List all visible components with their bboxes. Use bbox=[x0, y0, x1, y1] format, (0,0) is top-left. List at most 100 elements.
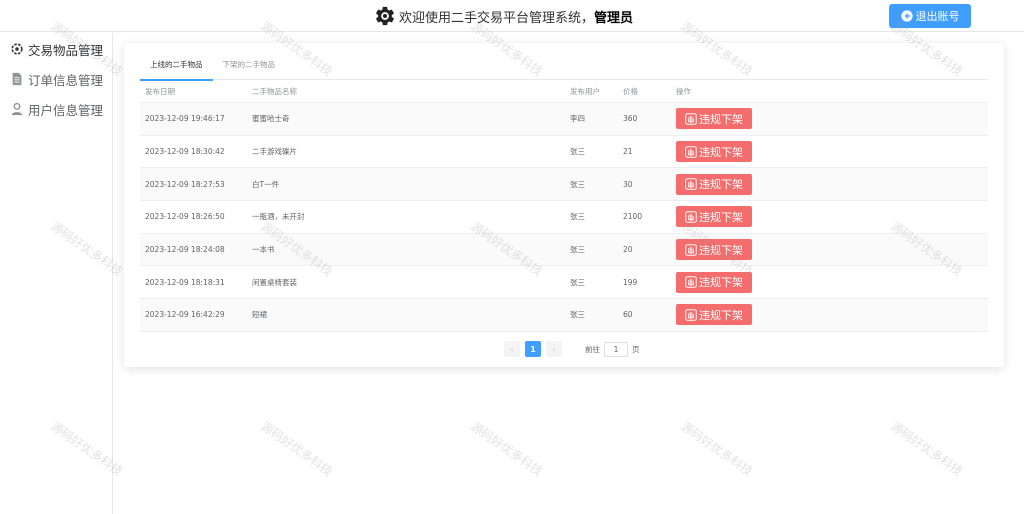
cell-price: 60 bbox=[623, 310, 633, 320]
hand-stop-icon bbox=[685, 113, 697, 125]
watermark-text: 源码好优多科技 bbox=[258, 419, 336, 479]
header-title: 欢迎使用二手交易平台管理系统， 管理员 bbox=[374, 4, 633, 28]
column-header-user: 发布用户 bbox=[570, 87, 600, 96]
logout-label: 退出账号 bbox=[915, 10, 960, 23]
sidebar: 交易物品管理 订单信息管理 用户信息管理 bbox=[0, 33, 113, 514]
goto-label: 前往 bbox=[585, 344, 600, 354]
column-header-price: 价格 bbox=[623, 87, 638, 96]
next-page-button[interactable]: › bbox=[546, 341, 562, 357]
tab-offline-goods[interactable]: 下架的二手物品 bbox=[213, 53, 286, 80]
welcome-text: 欢迎使用二手交易平台管理系统， bbox=[399, 10, 595, 26]
cell-name: 一本书 bbox=[252, 245, 275, 255]
cell-price: 2100 bbox=[623, 212, 643, 222]
goto-page-input[interactable] bbox=[604, 341, 628, 357]
gear-icon bbox=[376, 6, 394, 26]
table-body: 2023-12-09 19:46:17 蜜蜜哈士奇 李四 360 违规下架 2023-12… bbox=[140, 103, 988, 332]
sidebar-item-label: 用户信息管理 bbox=[28, 102, 104, 118]
cell-action: 违规下架 bbox=[671, 206, 988, 228]
prev-page-button[interactable]: ‹ bbox=[504, 341, 520, 357]
cell-name: 短裙 bbox=[252, 310, 267, 320]
chevron-right-icon: › bbox=[552, 344, 556, 354]
violation-takedown-label: 违规下架 bbox=[699, 243, 743, 257]
page-number-button[interactable]: 1 bbox=[525, 341, 541, 357]
table-row: 2023-12-09 18:30:42 二手游戏碟片 张三 21 违规下架 bbox=[140, 136, 988, 169]
cell-user: 张三 bbox=[570, 179, 585, 189]
cell-date: 2023-12-09 18:24:08 bbox=[145, 245, 225, 255]
violation-takedown-button[interactable]: 违规下架 bbox=[676, 271, 752, 293]
cell-date: 2023-12-09 18:18:31 bbox=[145, 277, 225, 287]
cell-price: 20 bbox=[623, 245, 633, 255]
page-suffix: 页 bbox=[632, 344, 640, 354]
chevron-left-icon: ‹ bbox=[510, 344, 514, 354]
top-header: 欢迎使用二手交易平台管理系统， 管理员 退出账号 bbox=[0, 0, 1024, 32]
cell-action: 违规下架 bbox=[671, 239, 988, 261]
cell-user: 张三 bbox=[570, 147, 585, 157]
cell-date: 2023-12-09 18:30:42 bbox=[145, 147, 225, 157]
tab-online-goods[interactable]: 上线的二手物品 bbox=[140, 53, 213, 81]
cell-name: 二手游戏碟片 bbox=[252, 147, 297, 157]
pagination: ‹ 1 › 前往 页 bbox=[504, 341, 640, 357]
cell-user: 张三 bbox=[570, 245, 585, 255]
column-header-name: 二手物品名称 bbox=[252, 87, 297, 96]
cell-user: 张三 bbox=[570, 212, 585, 222]
cell-date: 2023-12-09 16:42:29 bbox=[145, 310, 225, 320]
hand-stop-icon bbox=[685, 243, 697, 256]
cell-action: 违规下架 bbox=[671, 271, 988, 293]
cell-user: 张三 bbox=[570, 310, 585, 320]
arrow-left-icon bbox=[900, 10, 913, 22]
violation-takedown-label: 违规下架 bbox=[699, 308, 743, 322]
hand-stop-icon bbox=[685, 178, 697, 190]
document-icon bbox=[12, 72, 22, 86]
table-row: 2023-12-09 18:18:31 闲置桌椅套装 张三 199 违规下架 bbox=[140, 266, 988, 300]
cell-action: 违规下架 bbox=[671, 108, 988, 130]
table-row: 2023-12-09 18:27:53 白T一件 张三 30 违规下架 bbox=[140, 168, 988, 202]
user-icon bbox=[11, 102, 23, 116]
sidebar-item-label: 交易物品管理 bbox=[28, 42, 104, 58]
cell-action: 违规下架 bbox=[671, 304, 988, 326]
violation-takedown-button[interactable]: 违规下架 bbox=[676, 108, 752, 130]
goods-table: 发布日期 二手物品名称 发布用户 价格 操作 2023-12-09 19:46:… bbox=[140, 81, 988, 332]
goods-tabs: 上线的二手物品 下架的二手物品 bbox=[140, 53, 988, 81]
violation-takedown-label: 违规下架 bbox=[699, 276, 743, 290]
violation-takedown-label: 违规下架 bbox=[699, 145, 743, 159]
table-header: 发布日期 二手物品名称 发布用户 价格 操作 bbox=[140, 81, 988, 103]
table-row: 2023-12-09 19:46:17 蜜蜜哈士奇 李四 360 违规下架 bbox=[140, 103, 988, 136]
hand-stop-icon bbox=[685, 145, 697, 158]
watermark-text: 源码好优多科技 bbox=[678, 419, 756, 479]
cell-user: 张三 bbox=[570, 277, 585, 287]
cell-date: 2023-12-09 18:27:53 bbox=[145, 179, 225, 189]
column-header-date: 发布日期 bbox=[145, 87, 175, 96]
cell-price: 21 bbox=[623, 147, 633, 157]
violation-takedown-button[interactable]: 违规下架 bbox=[676, 173, 752, 195]
sidebar-item-orders[interactable]: 订单信息管理 bbox=[0, 64, 112, 94]
hand-stop-icon bbox=[685, 211, 697, 223]
cell-name: 闲置桌椅套装 bbox=[252, 277, 297, 287]
cell-name: 一瓶酒，未开封 bbox=[252, 212, 305, 222]
violation-takedown-button[interactable]: 违规下架 bbox=[676, 206, 752, 228]
cell-action: 违规下架 bbox=[671, 173, 988, 195]
sidebar-item-goods[interactable]: 交易物品管理 bbox=[0, 34, 112, 64]
cell-user: 李四 bbox=[570, 114, 585, 124]
column-header-action: 操作 bbox=[676, 87, 691, 96]
violation-takedown-label: 违规下架 bbox=[699, 112, 743, 126]
violation-takedown-label: 违规下架 bbox=[699, 210, 743, 224]
watermark-text: 源码好优多科技 bbox=[468, 419, 546, 479]
logout-button[interactable]: 退出账号 bbox=[889, 4, 971, 28]
violation-takedown-button[interactable]: 违规下架 bbox=[676, 304, 752, 326]
violation-takedown-button[interactable]: 违规下架 bbox=[676, 141, 752, 163]
cell-price: 30 bbox=[623, 179, 633, 189]
goods-gear-icon bbox=[11, 43, 23, 55]
table-row: 2023-12-09 18:24:08 一本书 张三 20 违规下架 bbox=[140, 233, 988, 267]
sidebar-item-users[interactable]: 用户信息管理 bbox=[0, 94, 112, 124]
sidebar-item-label: 订单信息管理 bbox=[28, 72, 104, 88]
goto-page: 前往 页 bbox=[585, 341, 640, 357]
cell-date: 2023-12-09 19:46:17 bbox=[145, 114, 225, 124]
watermark-text: 源码好优多科技 bbox=[888, 419, 966, 479]
violation-takedown-button[interactable]: 违规下架 bbox=[676, 239, 752, 261]
cell-price: 360 bbox=[623, 114, 638, 124]
hand-stop-icon bbox=[685, 276, 697, 289]
table-row: 2023-12-09 18:26:50 一瓶酒，未开封 张三 2100 违规下架 bbox=[140, 201, 988, 234]
cell-price: 199 bbox=[623, 277, 638, 287]
hand-stop-icon bbox=[685, 309, 697, 321]
cell-name: 白T一件 bbox=[252, 179, 280, 189]
